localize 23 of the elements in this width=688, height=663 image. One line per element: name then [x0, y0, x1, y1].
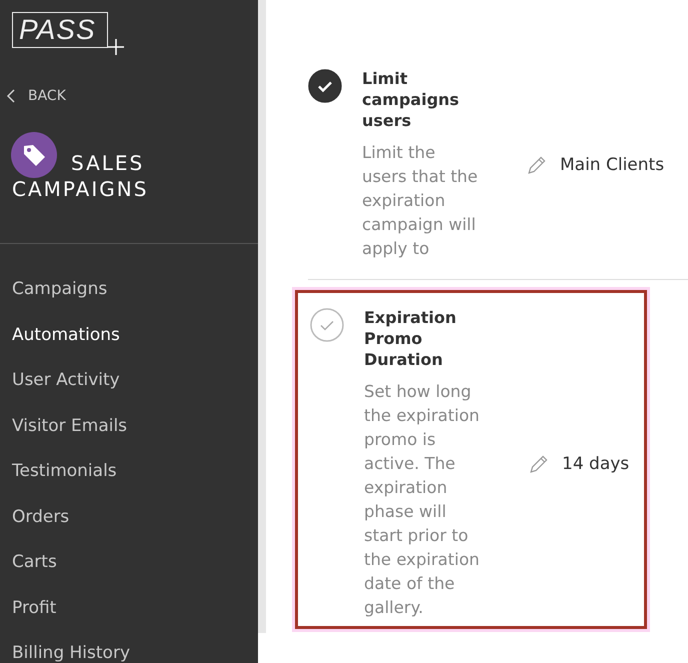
nav-item[interactable]: Carts: [12, 540, 57, 586]
setting-description: Set how long the expiration promo is active. The expiration phase will start prior to the expiration date of the gallery.: [364, 381, 481, 619]
nav-item[interactable]: Orders: [12, 494, 70, 540]
chevron-left-icon: [6, 89, 16, 103]
back-link[interactable]: BACK: [6, 88, 258, 104]
logo[interactable]: PASS: [12, 12, 108, 48]
nav-item[interactable]: User Activity: [12, 358, 120, 404]
nav-item[interactable]: Visitor Emails: [12, 404, 128, 449]
section-title: CAMPAIGNS: [12, 176, 148, 202]
setting-title: Expiration Promo Duration: [364, 307, 458, 370]
plus-icon: [106, 37, 126, 57]
nav-item[interactable]: Billing History: [12, 631, 130, 663]
setting-value: Main Clients: [560, 154, 664, 174]
scrollbar[interactable]: [258, 0, 266, 633]
nav-item[interactable]: Profit: [12, 586, 56, 631]
section-title: SALES: [71, 150, 144, 176]
tag-icon: [11, 132, 57, 178]
setting-description: Limit the users that the expiration campaign will apply to: [362, 142, 479, 260]
setting-title: Limit campaigns users: [362, 68, 460, 131]
setting-value: 14 days: [562, 454, 630, 474]
nav-item[interactable]: Campaigns: [12, 267, 108, 312]
nav-item[interactable]: Automations: [12, 312, 120, 358]
nav-item[interactable]: Testimonials: [12, 449, 117, 494]
